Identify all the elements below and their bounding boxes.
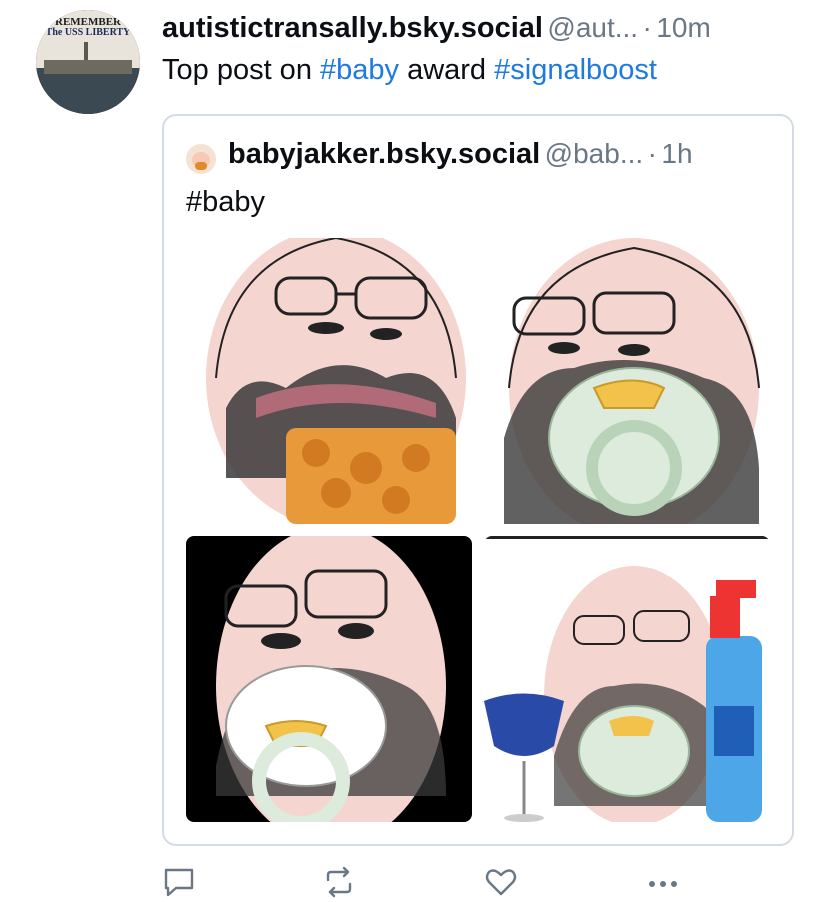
like-icon xyxy=(485,869,517,896)
more-options-button[interactable] xyxy=(646,866,680,898)
repost-button[interactable] xyxy=(322,866,356,898)
avatar-sea xyxy=(36,68,140,114)
post-header: autistictransally.bsky.social @aut... · … xyxy=(162,12,802,48)
quoted-post[interactable]: babyjakker.bsky.social @bab... · 1h #bab… xyxy=(162,114,794,846)
reply-button[interactable] xyxy=(162,866,196,898)
quoted-separator-dot: · xyxy=(647,138,657,169)
avatar-ship xyxy=(44,60,132,74)
author-avatar[interactable]: REMEMBER The USS LIBERTY xyxy=(36,10,140,114)
face-pacifier-illustration xyxy=(504,238,760,524)
quoted-image-1[interactable] xyxy=(186,238,472,524)
quoted-post-text: #baby xyxy=(186,186,266,218)
quoted-avatar-mouth xyxy=(195,162,207,170)
post-text-part1: Top post on xyxy=(162,54,320,86)
post-actions xyxy=(162,866,802,898)
quoted-image-2[interactable] xyxy=(484,238,770,524)
like-button[interactable] xyxy=(484,866,518,898)
post-text-part2: award xyxy=(399,54,495,86)
quoted-author-display-name[interactable]: babyjakker.bsky.social xyxy=(228,138,540,170)
more-icon xyxy=(649,881,677,887)
quoted-image-4[interactable] xyxy=(484,536,770,822)
quoted-author-avatar[interactable] xyxy=(186,144,216,174)
reply-icon xyxy=(164,868,194,897)
author-handle[interactable]: @aut... xyxy=(547,12,638,43)
separator-dot: · xyxy=(642,12,652,43)
avatar-text-line2: The USS LIBERTY xyxy=(45,27,131,38)
quoted-post-time[interactable]: 1h xyxy=(661,138,692,169)
hashtag-signalboost[interactable]: #signalboost xyxy=(494,54,657,86)
repost-icon xyxy=(326,866,352,898)
face-wine-spray-illustration xyxy=(484,536,770,822)
face-pacifier-dark-illustration xyxy=(216,536,446,822)
quoted-post-header: babyjakker.bsky.social @bab... · 1h xyxy=(228,138,788,171)
quoted-author-handle[interactable]: @bab... xyxy=(545,138,643,169)
post-text: Top post on #baby award #signalboost xyxy=(162,54,657,87)
author-display-name[interactable]: autistictransally.bsky.social xyxy=(162,12,543,44)
face-nuggets-illustration xyxy=(206,238,466,524)
quoted-image-3[interactable] xyxy=(186,536,472,822)
hashtag-baby[interactable]: #baby xyxy=(320,54,399,86)
post-time[interactable]: 10m xyxy=(656,12,710,43)
